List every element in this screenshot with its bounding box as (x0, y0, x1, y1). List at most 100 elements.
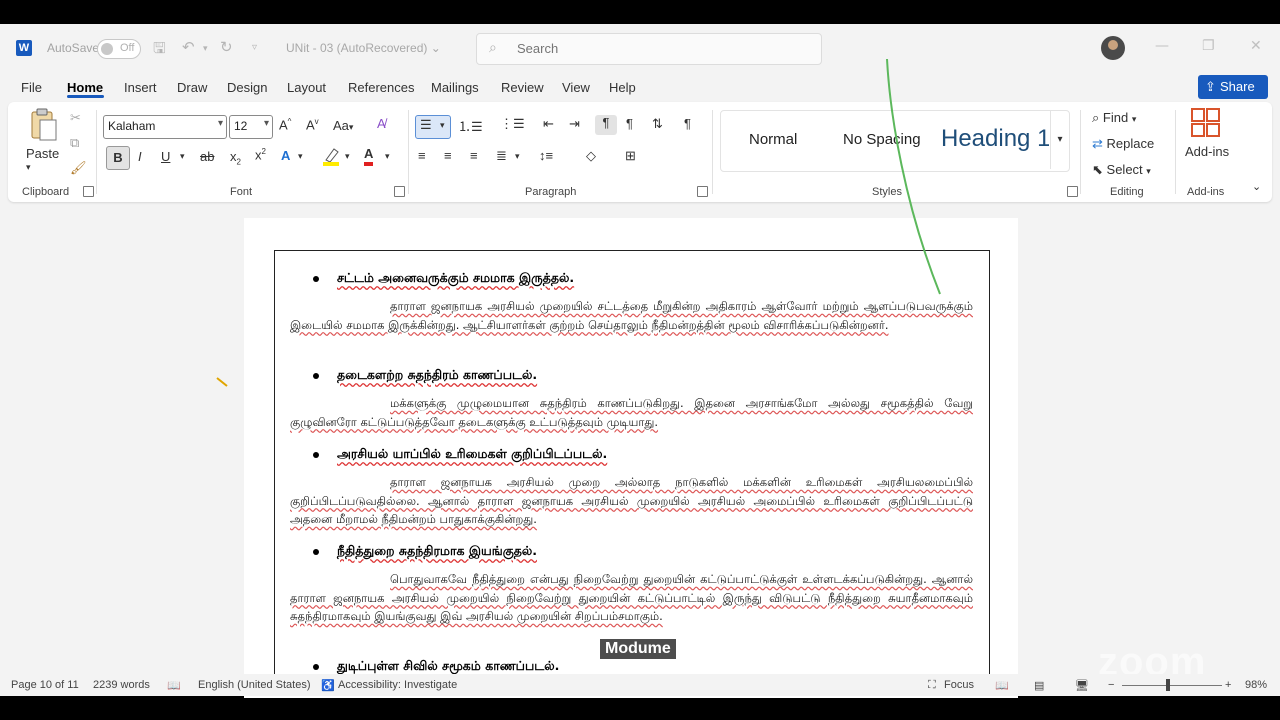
sort-icon[interactable]: ⇅ (652, 116, 663, 132)
read-mode-icon[interactable]: 📖 (995, 679, 1009, 692)
print-layout-icon[interactable]: ▤ (1034, 679, 1044, 692)
undo-dropdown-icon[interactable]: ▾ (203, 44, 208, 54)
font-launcher-icon[interactable] (394, 186, 405, 197)
autosave-toggle[interactable]: Off (97, 39, 141, 59)
focus-label[interactable]: Focus (944, 679, 974, 691)
zoom-slider[interactable] (1122, 685, 1222, 686)
redo-icon[interactable]: ↻ (220, 38, 233, 56)
text-effects-dropdown-icon[interactable]: ▾ (298, 151, 303, 162)
line-spacing-icon[interactable]: ↕≡ (539, 148, 553, 163)
text-effects-icon[interactable]: A (281, 148, 290, 163)
accessibility-icon[interactable]: ♿ (321, 679, 335, 692)
strikethrough-icon[interactable]: ab (200, 149, 214, 164)
search-input[interactable] (515, 40, 799, 57)
tab-help[interactable]: Help (609, 80, 636, 95)
proofing-icon[interactable]: 📖 (167, 679, 181, 692)
clipboard-launcher-icon[interactable] (83, 186, 94, 197)
styles-launcher-icon[interactable] (1067, 186, 1078, 197)
list-item[interactable]: தடைகளற்ற சுதந்திரம் காணப்படல். (313, 367, 537, 384)
document-title[interactable]: UNit - 03 (AutoRecovered) ⌄ (286, 41, 441, 55)
decrease-indent-icon[interactable]: ⇤ (543, 116, 554, 132)
user-avatar[interactable] (1101, 36, 1125, 60)
tab-home[interactable]: Home (67, 80, 103, 95)
align-center-icon[interactable]: ≡ (444, 148, 452, 163)
customize-toolbar-icon[interactable]: ▿ (252, 42, 257, 53)
tab-mailings[interactable]: Mailings (431, 80, 479, 95)
list-item[interactable]: அரசியல் யாப்பில் உரிமைகள் குறிப்பிடப்படல… (313, 446, 607, 463)
close-icon[interactable]: ✕ (1250, 38, 1262, 54)
subscript-icon[interactable]: x2 (230, 149, 241, 167)
superscript-icon[interactable]: x2 (255, 147, 266, 162)
find-button[interactable]: ⌕ Find ▾ (1092, 110, 1136, 126)
web-layout-icon[interactable]: 🖥 (1075, 679, 1089, 692)
grow-font-icon[interactable]: A^ (279, 117, 291, 132)
undo-icon[interactable]: ↶ (182, 38, 195, 56)
shrink-font-icon[interactable]: Av (306, 117, 319, 132)
paste-label[interactable]: Paste (26, 146, 59, 161)
list-item[interactable]: நீதித்துறை சுதந்திரமாக இயங்குதல். (313, 543, 537, 560)
numbering-icon[interactable]: ⒈☰ (458, 116, 483, 135)
align-right-icon[interactable]: ≡ (470, 148, 478, 163)
zoom-level[interactable]: 98% (1245, 679, 1267, 691)
align-left-icon[interactable]: ≡ (418, 148, 426, 163)
word-count[interactable]: 2239 words (93, 679, 150, 691)
show-marks-icon[interactable]: ¶ (684, 116, 691, 131)
borders-icon[interactable]: ⊞ (625, 148, 636, 164)
collapse-ribbon-icon[interactable]: ⌄ (1252, 180, 1261, 193)
multilevel-list-icon[interactable]: ⋮☰ (500, 116, 525, 132)
zoom-slider-thumb[interactable] (1166, 679, 1170, 691)
ltr-icon[interactable]: ¶ (595, 115, 617, 135)
search-box[interactable]: ⌕ (476, 33, 822, 65)
tab-layout[interactable]: Layout (287, 80, 326, 95)
paragraph[interactable]: மக்களுக்கு முழுமையான சுதந்திரம் காணப்படு… (290, 394, 973, 431)
format-painter-icon[interactable]: 🖌 (70, 160, 87, 176)
paragraph[interactable]: தாராள ஜனநாயக அரசியல் முறை அல்லாத நாடுகளி… (290, 473, 973, 529)
zoom-in-icon[interactable]: + (1225, 679, 1231, 691)
increase-indent-icon[interactable]: ⇥ (569, 116, 580, 132)
paragraph[interactable]: தாராள ஜனநாயக அரசியல் முறையில் சட்டத்தை ம… (290, 297, 973, 334)
font-size-combo[interactable]: 12 ▾ (229, 115, 273, 139)
underline-dropdown-icon[interactable]: ▾ (180, 151, 185, 162)
justify-dropdown-icon[interactable]: ▾ (515, 151, 520, 162)
tab-review[interactable]: Review (501, 80, 544, 95)
add-ins-icon[interactable] (1191, 108, 1221, 141)
tab-insert[interactable]: Insert (124, 80, 157, 95)
save-icon[interactable]: 🖫 (153, 38, 166, 63)
highlight-dropdown-icon[interactable]: ▾ (345, 151, 350, 162)
underline-icon[interactable]: U (161, 149, 170, 164)
list-item[interactable]: துடிப்புள்ள சிவில் சமூகம் காணப்படல். (313, 658, 559, 675)
paste-icon[interactable] (26, 108, 58, 142)
replace-button[interactable]: ⇄ Replace (1092, 136, 1154, 152)
highlight-color-icon[interactable] (322, 146, 340, 169)
rtl-icon[interactable]: ¶ (626, 116, 633, 131)
style-heading-1[interactable]: Heading 1 (941, 125, 1049, 155)
font-color-dropdown-icon[interactable]: ▾ (385, 151, 390, 162)
font-name-combo[interactable]: Kalaham ▾ (103, 115, 227, 139)
font-color-icon[interactable]: A (364, 146, 374, 166)
tab-draw[interactable]: Draw (177, 80, 207, 95)
select-button[interactable]: ⬉ Select ▾ (1092, 162, 1151, 178)
paste-dropdown-icon[interactable]: ▾ (26, 162, 31, 173)
language[interactable]: English (United States) (198, 679, 311, 691)
bold-icon[interactable]: B (106, 146, 130, 170)
tab-references[interactable]: References (348, 80, 414, 95)
clear-formatting-icon[interactable]: A̸ (377, 116, 386, 131)
bullets-button[interactable]: ☰ ▾ (415, 115, 451, 139)
focus-icon[interactable]: ⛶ (928, 679, 936, 692)
copy-icon[interactable]: ⧉ (70, 135, 79, 151)
minimize-icon[interactable]: — (1155, 38, 1169, 54)
list-item[interactable]: சட்டம் அனைவருக்கும் சமமாக இருத்தல். (313, 270, 574, 287)
shading-icon[interactable]: ◇ (586, 148, 596, 164)
styles-more-icon[interactable]: ▾ (1050, 111, 1069, 169)
restore-icon[interactable]: ❐ (1202, 38, 1215, 54)
italic-icon[interactable]: I (138, 149, 142, 164)
page-count[interactable]: Page 10 of 11 (11, 679, 79, 691)
paragraph-launcher-icon[interactable] (697, 186, 708, 197)
accessibility-status[interactable]: Accessibility: Investigate (338, 679, 457, 691)
share-button[interactable]: ⇪ Share (1198, 75, 1268, 99)
tab-file[interactable]: File (21, 80, 42, 95)
style-normal[interactable]: Normal (749, 131, 797, 148)
cut-icon[interactable]: ✂ (70, 110, 81, 126)
change-case-button[interactable]: Aa▾ (333, 118, 353, 133)
tab-design[interactable]: Design (227, 80, 267, 95)
